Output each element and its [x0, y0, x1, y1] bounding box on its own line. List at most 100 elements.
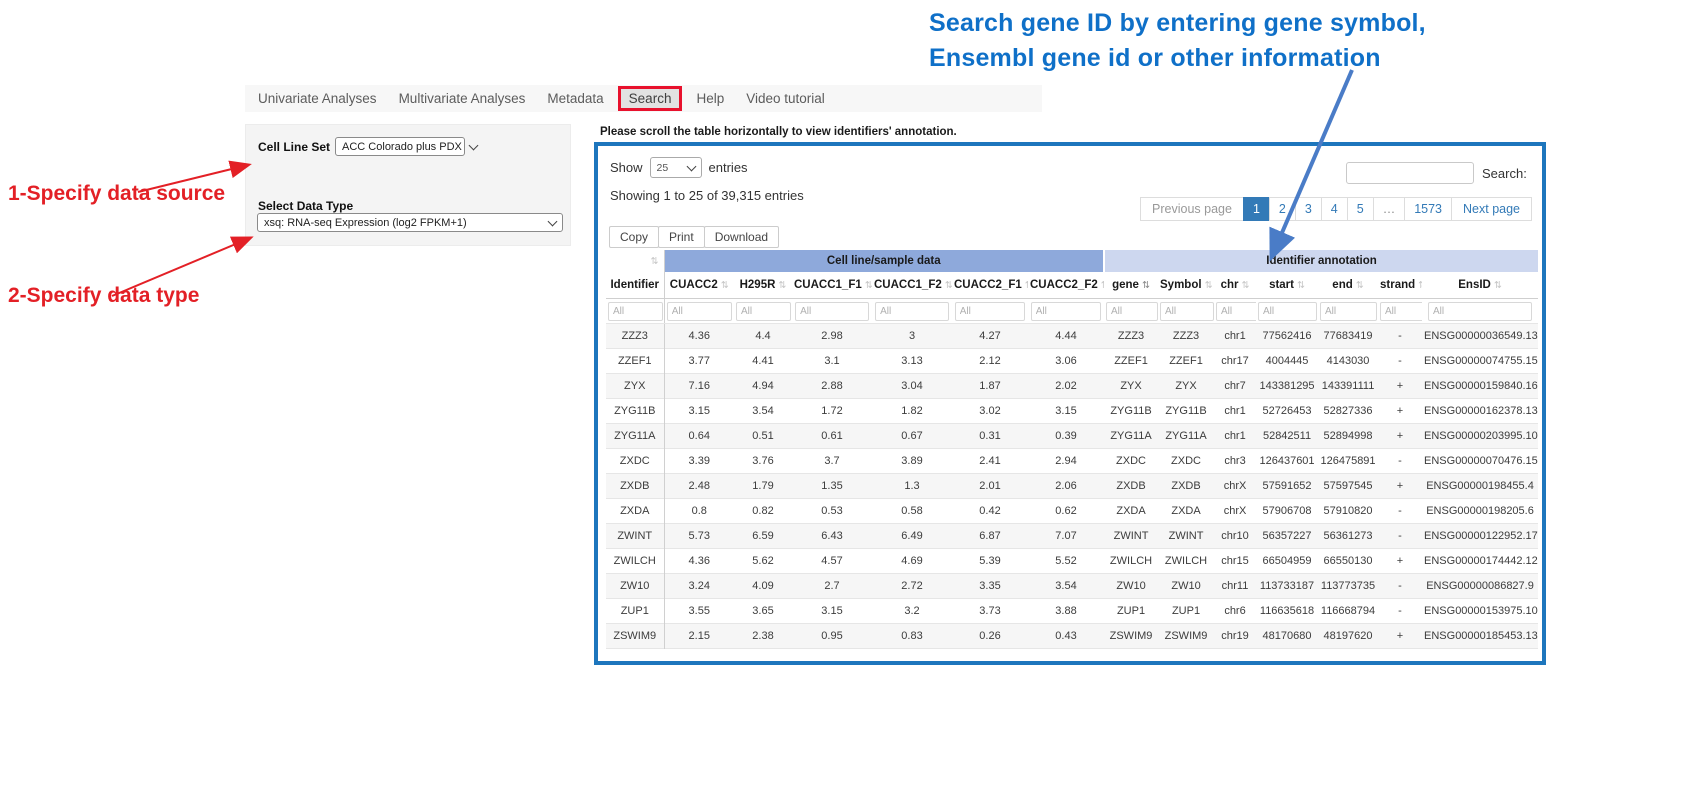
group-header-empty: ⇅	[606, 250, 664, 272]
download-button[interactable]: Download	[704, 226, 779, 248]
cell: ZXDC	[1158, 449, 1214, 474]
table-row: ZZZ34.364.42.9834.274.44ZZZ3ZZZ3chr17756…	[606, 324, 1538, 349]
column-header-strand[interactable]: strand⇅	[1378, 272, 1422, 299]
filter-input-cuacc1-f1[interactable]	[795, 302, 869, 321]
column-header-symbol[interactable]: Symbol⇅	[1158, 272, 1214, 299]
cell: chr3	[1214, 449, 1256, 474]
column-header-chr[interactable]: chr⇅	[1214, 272, 1256, 299]
entries-label: entries	[709, 160, 748, 175]
sort-icon[interactable]: ⇅	[1142, 280, 1150, 291]
column-header-gene[interactable]: gene⇅	[1104, 272, 1158, 299]
page-button-3[interactable]: 3	[1295, 197, 1322, 221]
sort-icon[interactable]: ⇅	[1494, 280, 1502, 291]
print-button[interactable]: Print	[658, 226, 705, 248]
column-header-cuacc1-f1[interactable]: CUACC1_F1⇅	[792, 272, 872, 299]
nav-item-search[interactable]: Search	[618, 86, 683, 111]
sort-icon[interactable]: ⇅	[945, 280, 952, 291]
cell: ZWINT	[1104, 524, 1158, 549]
page-button-previous[interactable]: Previous page	[1140, 197, 1244, 221]
filter-input-end[interactable]	[1320, 302, 1377, 321]
cell: 3.73	[952, 599, 1028, 624]
column-header-end[interactable]: end ⇅	[1318, 272, 1378, 299]
identifier-cell: ZXDC	[606, 449, 664, 474]
sort-icon[interactable]: ⇅	[1241, 280, 1249, 291]
page-button-5[interactable]: 5	[1347, 197, 1374, 221]
cell: ZZEF1	[1158, 349, 1214, 374]
cell: 48170680	[1256, 624, 1318, 649]
page-button-2[interactable]: 2	[1269, 197, 1296, 221]
nav-item-multivariate-analyses[interactable]: Multivariate Analyses	[388, 91, 537, 106]
nav-item-video-tutorial[interactable]: Video tutorial	[735, 91, 836, 106]
filter-input-cuacc2-f1[interactable]	[955, 302, 1025, 321]
filter-input-gene[interactable]	[1106, 302, 1158, 321]
filter-input-strand[interactable]	[1380, 302, 1422, 321]
cell-line-set-label: Cell Line Set	[258, 140, 330, 154]
filter-input-cuacc2-f2[interactable]	[1031, 302, 1101, 321]
filter-input-cuacc2[interactable]	[667, 302, 732, 321]
cell: ZXDA	[1158, 499, 1214, 524]
table-info: Showing 1 to 25 of 39,315 entries	[610, 188, 804, 203]
sort-icon[interactable]: ⇅	[1101, 280, 1104, 291]
copy-button[interactable]: Copy	[609, 226, 659, 248]
column-label: end	[1332, 279, 1352, 291]
table-search-input[interactable]	[1346, 162, 1474, 184]
column-header-cuacc2-f1[interactable]: CUACC2_F1⇅	[952, 272, 1028, 299]
sort-icon[interactable]: ⇅	[721, 280, 729, 291]
cell: ZSWIM9	[1104, 624, 1158, 649]
filter-input-ensid[interactable]	[1428, 302, 1532, 321]
nav-item-help[interactable]: Help	[685, 91, 735, 106]
column-header-cuacc2[interactable]: CUACC2⇅	[664, 272, 734, 299]
sort-icon[interactable]: ⇅	[778, 280, 786, 291]
page-button-4[interactable]: 4	[1321, 197, 1348, 221]
nav-item-metadata[interactable]: Metadata	[536, 91, 614, 106]
page-length-select[interactable]: 25	[650, 157, 702, 178]
cell: 4.69	[872, 549, 952, 574]
filter-input-cuacc1-f2[interactable]	[875, 302, 949, 321]
filter-input-h295r[interactable]	[736, 302, 791, 321]
annotation-step2: 2-Specify data type	[8, 284, 199, 308]
column-header-cuacc1-f2[interactable]: CUACC1_F2⇅	[872, 272, 952, 299]
column-header-start[interactable]: start⇅	[1256, 272, 1318, 299]
identifier-cell: ZZEF1	[606, 349, 664, 374]
sort-icon[interactable]: ⇅	[1297, 280, 1305, 291]
filter-input-symbol[interactable]	[1160, 302, 1214, 321]
filter-input-chr[interactable]	[1216, 302, 1256, 321]
data-type-select[interactable]: xsq: RNA-seq Expression (log2 FPKM+1)	[257, 213, 563, 232]
column-header-cuacc2-f2[interactable]: CUACC2_F2⇅	[1028, 272, 1104, 299]
cell: ZUP1	[1104, 599, 1158, 624]
cell: ENSG00000198455.4	[1422, 474, 1538, 499]
column-label: CUACC1_F2	[874, 279, 942, 291]
cell: 3.04	[872, 374, 952, 399]
column-header-h295r[interactable]: H295R⇅	[734, 272, 792, 299]
sort-icon[interactable]: ⇅	[1418, 280, 1422, 291]
cell: -	[1378, 599, 1422, 624]
sort-icon[interactable]: ⇅	[865, 280, 872, 291]
identifier-cell: ZYG11B	[606, 399, 664, 424]
identifier-cell: ZYG11A	[606, 424, 664, 449]
column-label: chr	[1221, 279, 1239, 291]
sort-icon[interactable]: ⇅	[1205, 280, 1213, 291]
column-header-ensid[interactable]: EnsID⇅	[1422, 272, 1538, 299]
sort-icon[interactable]: ⇅	[1356, 280, 1364, 291]
cell: chr1	[1214, 399, 1256, 424]
page-button-1[interactable]: 1	[1243, 197, 1270, 221]
filter-input-start[interactable]	[1258, 302, 1317, 321]
filter-cell-symbol	[1158, 299, 1214, 324]
cell: 3.15	[664, 399, 734, 424]
column-label: EnsID	[1458, 279, 1491, 291]
nav-item-univariate-analyses[interactable]: Univariate Analyses	[247, 91, 388, 106]
cell: ENSG00000086827.9	[1422, 574, 1538, 599]
cell: 5.39	[952, 549, 1028, 574]
column-label: strand	[1380, 279, 1415, 291]
cell: -	[1378, 449, 1422, 474]
cell: +	[1378, 424, 1422, 449]
page-button-next[interactable]: Next page	[1451, 197, 1532, 221]
column-header-identifier[interactable]: Identifier	[606, 272, 664, 299]
sort-icon[interactable]: ⇅	[1025, 280, 1028, 291]
cell-line-set-select[interactable]: ACC Colorado plus PDX	[335, 137, 465, 156]
cell: 0.67	[872, 424, 952, 449]
page-button-1573[interactable]: 1573	[1404, 197, 1452, 221]
cell: 116668794	[1318, 599, 1378, 624]
filter-input-identifier[interactable]	[608, 302, 663, 321]
cell: chr1	[1214, 424, 1256, 449]
